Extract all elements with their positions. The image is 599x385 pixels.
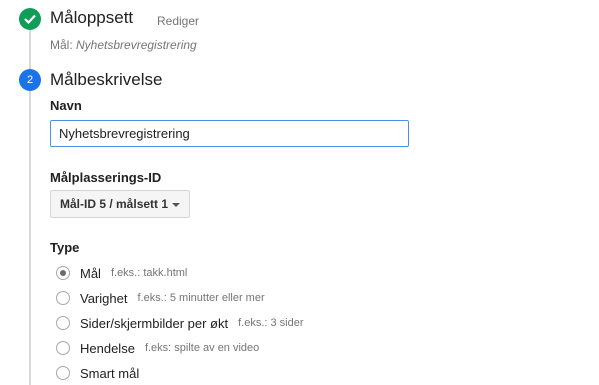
type-option-hint: f.eks.: takk.html xyxy=(110,267,188,279)
goal-slot-dropdown[interactable]: Mål-ID 5 / målsett 1 xyxy=(50,190,190,218)
type-label: Type xyxy=(50,240,80,255)
goal-name-input[interactable] xyxy=(50,120,409,147)
step1-summary: Mål: Nyhetsbrevregistrering xyxy=(50,38,197,52)
type-option-label: Hendelse xyxy=(80,340,135,356)
type-option-label: Mål xyxy=(80,265,101,281)
radio-button[interactable] xyxy=(56,316,70,330)
summary-prefix: Mål: xyxy=(50,38,73,52)
step-rail-bottom xyxy=(29,91,31,385)
type-option-label: Sider/skjermbilder per økt xyxy=(80,315,229,331)
radio-button[interactable] xyxy=(56,341,70,355)
slot-id-label: Målplasserings-ID xyxy=(50,170,162,185)
type-option-smart-goal[interactable]: Smart mål xyxy=(56,363,149,383)
caret-down-icon xyxy=(172,203,180,207)
type-option-label: Smart mål xyxy=(80,365,140,381)
radio-button[interactable] xyxy=(56,291,70,305)
type-option-pages-per-session[interactable]: Sider/skjermbilder per økt f.eks.: 3 sid… xyxy=(56,313,304,333)
edit-link[interactable]: Rediger xyxy=(157,14,199,28)
radio-button[interactable] xyxy=(56,366,70,380)
type-option-hint: f.eks.: 3 sider xyxy=(238,317,304,329)
goal-slot-value: Mål-ID 5 / målsett 1 xyxy=(60,197,169,211)
type-option-hint: f.eks.: 5 minutter eller mer xyxy=(137,292,265,304)
step-rail-top xyxy=(29,30,31,69)
type-option-destination[interactable]: Mål f.eks.: takk.html xyxy=(56,263,187,283)
type-option-duration[interactable]: Varighet f.eks.: 5 minutter eller mer xyxy=(56,288,265,308)
type-option-label: Varighet xyxy=(80,290,128,306)
type-option-event[interactable]: Hendelse f.eks: spilte av en video xyxy=(56,338,259,358)
type-option-hint: f.eks: spilte av en video xyxy=(144,342,260,354)
radio-button[interactable] xyxy=(56,266,70,280)
step1-title: Måloppsett xyxy=(50,8,134,27)
summary-value: Nyhetsbrevregistrering xyxy=(76,38,197,52)
step-number-badge: 2 xyxy=(19,69,41,91)
step2-title: Målbeskrivelse xyxy=(50,70,163,89)
name-label: Navn xyxy=(50,98,82,113)
step-complete-check-icon xyxy=(19,8,41,30)
